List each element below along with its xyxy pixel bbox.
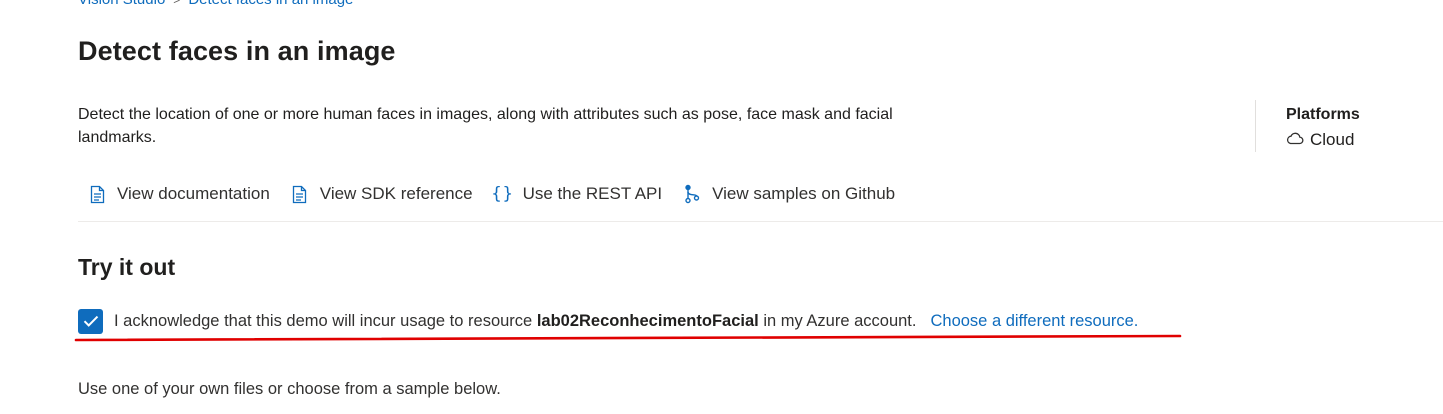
use-rest-api-label: Use the REST API <box>522 184 663 203</box>
cloud-icon <box>1286 128 1304 152</box>
view-sdk-reference-link[interactable]: View SDK reference <box>290 183 473 205</box>
platforms-title: Platforms <box>1286 106 1360 123</box>
platforms-value-label: Cloud <box>1310 130 1355 149</box>
document-icon <box>87 183 107 205</box>
files-instruction-text: Use one of your own files or choose from… <box>78 380 501 398</box>
acknowledge-prefix: I acknowledge that this demo will incur … <box>114 311 537 330</box>
platforms-divider <box>1255 100 1256 152</box>
page-description: Detect the location of one or more human… <box>78 103 978 149</box>
section-divider <box>78 221 1443 222</box>
checkmark-icon <box>83 315 98 327</box>
platforms-panel: Platforms Cloud <box>1286 104 1360 152</box>
choose-different-resource-link[interactable]: Choose a different resource. <box>930 312 1138 331</box>
platforms-value: Cloud <box>1286 128 1360 152</box>
view-sdk-reference-label: View SDK reference <box>319 184 473 203</box>
resource-links: View documentation View SDK reference {}… <box>87 180 915 208</box>
document-icon <box>290 183 310 205</box>
description-line-1: Detect the location of one or more human… <box>78 106 893 123</box>
acknowledge-checkbox[interactable] <box>78 308 103 334</box>
description-line-2: landmarks. <box>78 129 157 146</box>
view-documentation-link[interactable]: View documentation <box>87 183 270 205</box>
try-it-out-title: Try it out <box>78 254 176 280</box>
braces-icon: {} <box>491 184 514 204</box>
page-title: Detect faces in an image <box>78 36 396 66</box>
breadcrumb-current-link[interactable]: Detect faces in an image <box>188 0 353 8</box>
breadcrumb: Vision Studio > Detect faces in an image <box>78 0 353 8</box>
breadcrumb-separator: > <box>173 0 180 7</box>
acknowledge-suffix: in my Azure account. <box>758 311 917 330</box>
view-documentation-label: View documentation <box>117 184 270 203</box>
use-rest-api-link[interactable]: {} Use the REST API <box>491 183 663 205</box>
acknowledge-resource-name: lab02ReconhecimentoFacial <box>536 311 759 330</box>
red-annotation-underline <box>74 334 1182 342</box>
acknowledge-text: I acknowledge that this demo will incur … <box>114 312 916 331</box>
view-samples-github-link[interactable]: View samples on Github <box>682 183 895 205</box>
view-samples-github-label: View samples on Github <box>712 184 896 203</box>
breadcrumb-root-link[interactable]: Vision Studio <box>78 0 165 8</box>
branch-icon <box>682 183 702 205</box>
acknowledge-row: I acknowledge that this demo will incur … <box>78 308 1138 334</box>
